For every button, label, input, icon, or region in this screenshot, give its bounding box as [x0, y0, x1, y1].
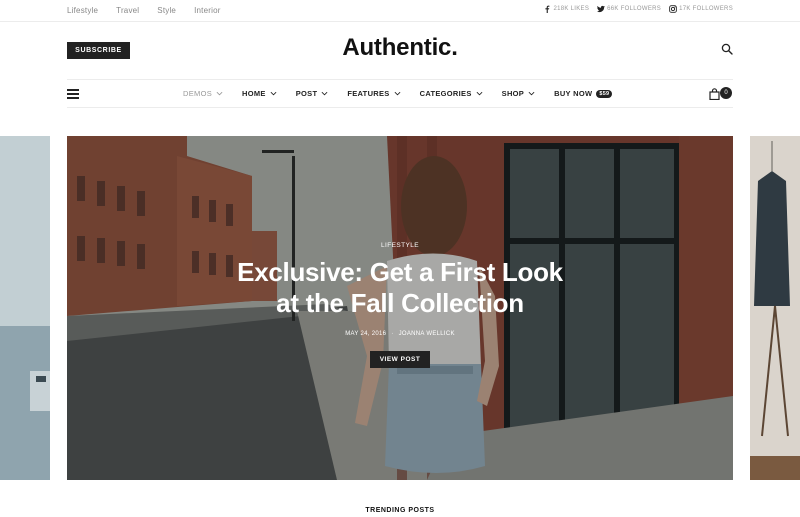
next-slide-image: [750, 136, 800, 480]
nav-divider-top: [67, 79, 733, 80]
previous-slide-image: [0, 136, 50, 480]
post-category[interactable]: Lifestyle: [67, 242, 733, 249]
nav-item-label: Buy Now: [554, 89, 593, 98]
site-logo[interactable]: Authentic.: [0, 34, 800, 62]
main-nav: Demos Home Post Features Categories Shop…: [183, 89, 631, 98]
top-nav-link-travel[interactable]: Travel: [116, 6, 139, 15]
facebook-icon: [545, 5, 550, 13]
next-slide[interactable]: [750, 136, 800, 480]
chevron-down-icon: [270, 91, 277, 96]
post-title[interactable]: Exclusive: Get a First Look at the Fall …: [67, 257, 733, 319]
nav-divider-bottom: [67, 107, 733, 108]
menu-icon[interactable]: [67, 89, 79, 99]
chevron-down-icon: [528, 91, 535, 96]
social-facebook[interactable]: 218K LIKES: [543, 5, 589, 13]
nav-item-label: Demos: [183, 89, 213, 98]
trending-posts-title: Trending Posts: [365, 507, 435, 514]
cart-button[interactable]: 0: [709, 87, 733, 101]
chevron-down-icon: [321, 91, 328, 96]
twitter-icon: [597, 5, 606, 13]
post-title-line-1: Exclusive: Get a First Look: [237, 257, 563, 287]
nav-item-label: Categories: [419, 89, 472, 98]
social-counters: 218K LIKES 66K FOLLOWERS 17K FOLLOWERS: [543, 5, 733, 13]
top-nav-link-style[interactable]: Style: [157, 6, 176, 15]
nav-item-home[interactable]: Home: [242, 89, 277, 98]
view-post-button[interactable]: View Post: [370, 351, 430, 368]
instagram-icon: [669, 5, 677, 13]
nav-item-categories[interactable]: Categories: [420, 89, 483, 98]
chevron-down-icon: [394, 91, 401, 96]
top-nav-link-lifestyle[interactable]: Lifestyle: [67, 6, 98, 15]
nav-item-shop[interactable]: Shop: [502, 89, 535, 98]
nav-item-label: Features: [347, 89, 390, 98]
social-instagram[interactable]: 17K FOLLOWERS: [669, 5, 733, 13]
search-icon[interactable]: [721, 43, 733, 55]
top-nav-link-interior[interactable]: Interior: [194, 6, 221, 15]
facebook-count: 218K LIKES: [553, 6, 590, 12]
featured-slide[interactable]: Lifestyle Exclusive: Get a First Look at…: [67, 136, 733, 480]
nav-item-post[interactable]: Post: [296, 89, 329, 98]
post-date: May 24, 2016: [345, 331, 387, 337]
post-author[interactable]: Joanna Wellick: [399, 331, 455, 337]
previous-slide[interactable]: [0, 136, 50, 480]
nav-item-demos[interactable]: Demos: [183, 89, 223, 98]
cart-count-badge: 0: [720, 87, 732, 99]
nav-item-label: Shop: [501, 89, 525, 98]
top-bar: Lifestyle Travel Style Interior 218K LIK…: [0, 0, 800, 22]
chevron-down-icon: [476, 91, 483, 96]
nav-item-label: Post: [295, 89, 318, 98]
chevron-down-icon: [216, 91, 223, 96]
hero-content: Lifestyle Exclusive: Get a First Look at…: [67, 242, 733, 368]
price-badge: $59: [596, 89, 613, 98]
nav-item-features[interactable]: Features: [347, 89, 401, 98]
instagram-count: 17K FOLLOWERS: [679, 6, 733, 12]
post-meta: May 24, 2016 · Joanna Wellick: [345, 331, 455, 337]
nav-item-buy-now[interactable]: Buy Now $59: [554, 89, 613, 98]
twitter-count: 66K FOLLOWERS: [607, 6, 662, 12]
shopping-bag-icon: [709, 88, 720, 100]
post-title-line-2: at the Fall Collection: [276, 288, 524, 318]
social-twitter[interactable]: 66K FOLLOWERS: [597, 5, 661, 13]
top-nav: Lifestyle Travel Style Interior: [67, 6, 221, 15]
nav-item-label: Home: [242, 89, 266, 98]
